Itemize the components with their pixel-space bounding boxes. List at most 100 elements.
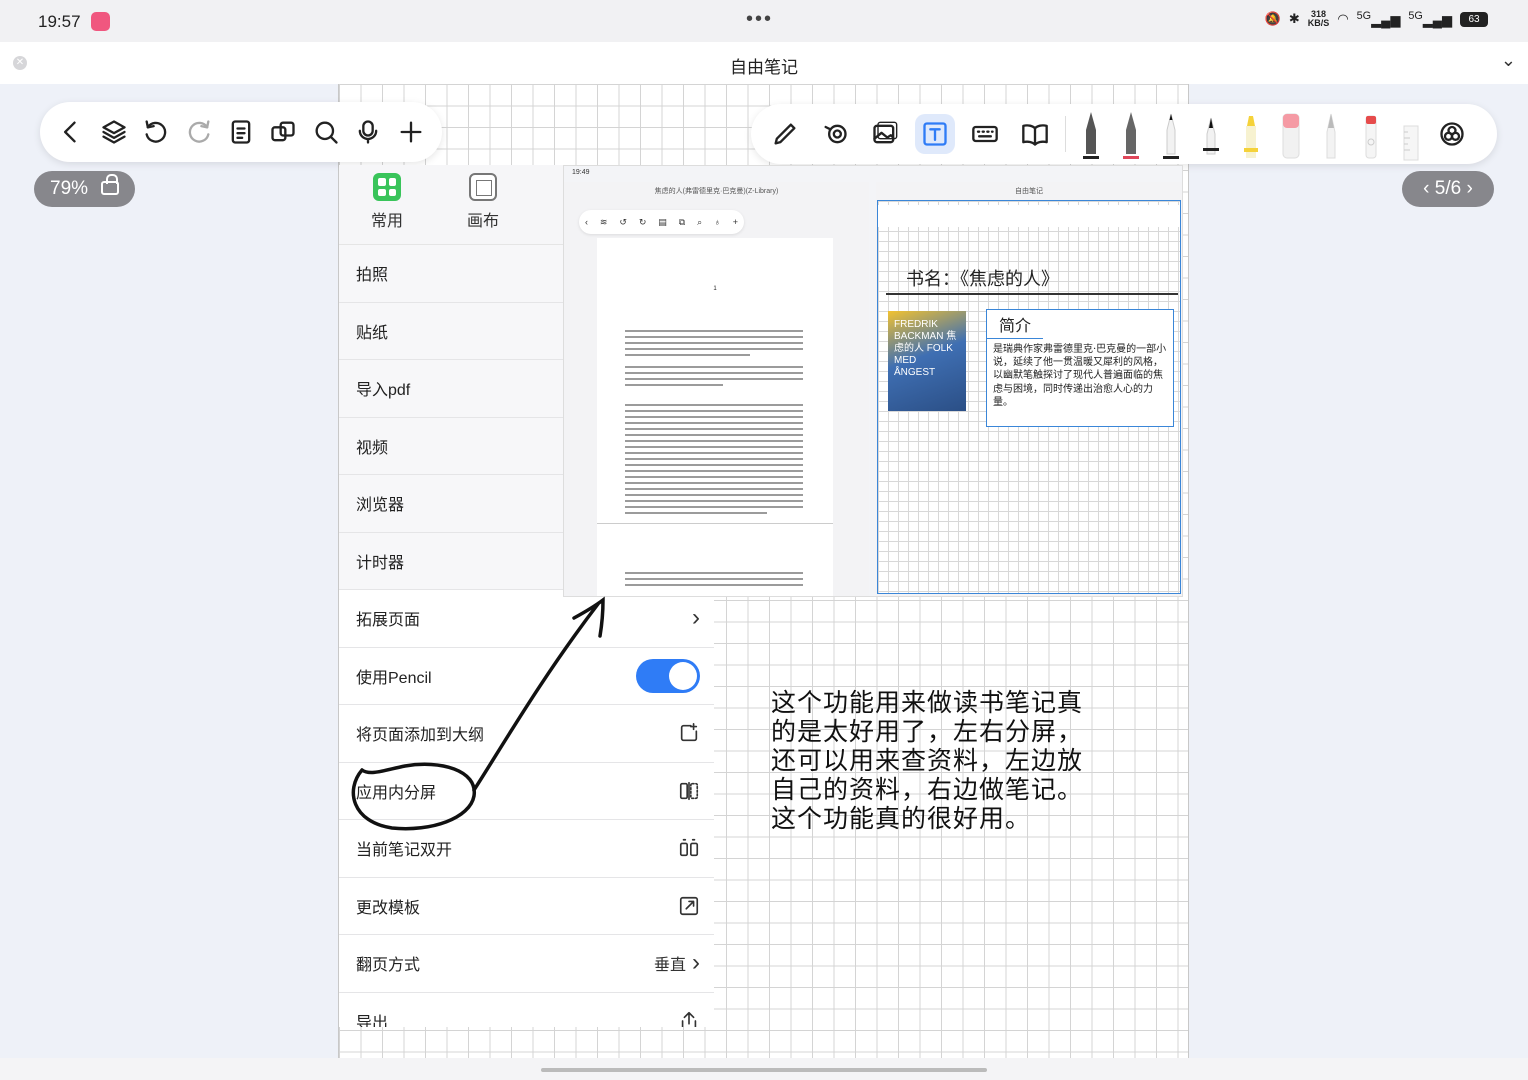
fountain-pen-black[interactable] xyxy=(1076,108,1106,162)
handwritten-note[interactable]: 这个功能用来做读书笔记真的是太好用了，左右分屏，还可以用来查资料，左边放自己的资… xyxy=(771,688,1091,833)
menu-item-split-screen[interactable]: 应用内分屏 xyxy=(339,762,714,820)
menu-item-change-template[interactable]: 更改模板 xyxy=(339,877,714,935)
undo-button[interactable] xyxy=(136,112,176,152)
redo-button[interactable] xyxy=(179,112,219,152)
multitask-dots[interactable]: ••• xyxy=(746,8,773,31)
mini-pdf-page: 1 xyxy=(597,238,833,596)
mini-note-page: 书名：《焦虑的人》 FREDRIK BACKMAN 焦虑的人 FOLK MED … xyxy=(877,200,1181,594)
record-button[interactable] xyxy=(348,112,388,152)
pdf-text-block xyxy=(625,330,803,360)
prev-page-icon[interactable]: ‹ xyxy=(1423,178,1429,199)
back-button[interactable] xyxy=(51,112,91,152)
palette-button[interactable] xyxy=(1432,114,1472,154)
eraser-icon xyxy=(1282,113,1300,159)
mini-pdf-pane: 焦虑的人(弗雷德里克·巴克曼)(Z-Library) ‹ ≋ ↺ ↻ ▤ ⧉ ⌕ ♁ + 1 xyxy=(564,182,869,596)
ballpoint-icon xyxy=(1203,117,1219,155)
intro-heading: 简介 xyxy=(987,310,1043,339)
tab-common[interactable]: 常用 xyxy=(339,165,435,244)
dual-open-icon xyxy=(679,839,699,857)
add-button[interactable] xyxy=(391,112,431,152)
menu-item-extend-page[interactable]: 拓展页面 › xyxy=(339,590,714,648)
menu-item-page-turn[interactable]: 翻页方式 垂直 › xyxy=(339,935,714,993)
signal-icon-2: 5G▂▄▆ xyxy=(1408,10,1452,28)
eraser-pink[interactable] xyxy=(1276,108,1306,162)
menu-item-add-to-outline[interactable]: 将页面添加到大纲 xyxy=(339,705,714,763)
bluetooth-icon: ✱ xyxy=(1288,11,1300,27)
mini-plus-icon: + xyxy=(732,217,738,227)
text-box-icon xyxy=(923,122,947,146)
chevron-right-icon: › xyxy=(692,604,700,632)
image-tool[interactable] xyxy=(865,114,905,154)
mini-note-pane: 自由笔记 书名：《焦虑的人》 FREDRIK BACKMAN 焦虑的人 FOLK… xyxy=(876,182,1182,596)
outline-button[interactable] xyxy=(221,112,261,152)
lasso-tool[interactable] xyxy=(815,114,855,154)
split-screen-icon xyxy=(679,781,699,800)
mini-undo-icon: ↺ xyxy=(619,216,627,227)
page-number: 5/6 xyxy=(1434,178,1462,199)
net-speed: 318 KB/S xyxy=(1307,9,1330,29)
page-navigator[interactable]: ‹ 5/6 › xyxy=(1402,171,1494,207)
intro-box: 简介 是瑞典作家弗雷德里克·巴克曼的一部小说，延续了他一贯温暖又犀利的风格，以幽… xyxy=(986,309,1174,427)
palette-icon xyxy=(1440,122,1464,146)
next-page-icon[interactable]: › xyxy=(1466,178,1472,199)
pencil-red[interactable] xyxy=(1356,108,1386,162)
menu-item-dual-open[interactable]: 当前笔记双开 xyxy=(339,820,714,878)
search-button[interactable] xyxy=(306,112,346,152)
mini-mic-icon: ♁ xyxy=(714,217,721,227)
book-icon xyxy=(1022,124,1048,146)
battery-icon: 63 xyxy=(1460,11,1488,27)
text-tool[interactable] xyxy=(915,114,955,154)
home-indicator[interactable] xyxy=(541,1068,987,1072)
tab-label: 画布 xyxy=(466,213,499,230)
mini-back-icon: ‹ xyxy=(584,217,588,227)
page-divider xyxy=(597,523,833,524)
pencil-tool-icon xyxy=(1326,113,1336,159)
image-icon xyxy=(873,121,898,144)
embedded-screenshot: 19:49 焦虑的人(弗雷德里克·巴克曼)(Z-Library) ‹ ≋ ↺ ↻ ▤ ⧉ ⌕… xyxy=(563,165,1183,597)
fountain-pen-icon xyxy=(1083,112,1099,159)
chevron-left-icon xyxy=(64,121,76,143)
right-toolbar xyxy=(751,104,1497,164)
page-turn-value: 垂直 xyxy=(653,957,686,975)
pdf-text-block xyxy=(625,366,803,390)
title-bar: ✕ 自由笔记 ⌄ xyxy=(0,42,1528,84)
book-cover: FREDRIK BACKMAN 焦虑的人 FOLK MED ÅNGEST xyxy=(888,311,966,411)
app-notification-icon xyxy=(91,12,110,31)
fountain-pen-red[interactable] xyxy=(1116,108,1146,162)
copy-icon xyxy=(271,121,296,142)
layers-button[interactable] xyxy=(94,112,134,152)
copy-button[interactable] xyxy=(263,112,303,152)
mini-redo-icon: ↻ xyxy=(638,216,647,227)
marker-black[interactable] xyxy=(1156,108,1186,162)
apps-icon xyxy=(373,173,401,201)
zoom-level: 79% xyxy=(50,178,89,199)
pen-tool[interactable] xyxy=(765,114,805,154)
ballpoint-black[interactable] xyxy=(1196,108,1226,162)
mini-pen-toolbar xyxy=(878,205,1180,227)
keyboard-tool[interactable] xyxy=(965,114,1005,154)
zoom-indicator[interactable]: 79% xyxy=(34,171,135,207)
status-icons: 🔕 ✱ 318 KB/S ◠ 5G▂▄▆ 5G▂▄▆ 63 xyxy=(1265,10,1488,28)
highlighter-yellow[interactable] xyxy=(1236,108,1266,162)
tab-label: 常用 xyxy=(370,213,403,230)
tab-canvas[interactable]: 画布 xyxy=(435,165,531,244)
pencil-gray[interactable] xyxy=(1316,108,1346,162)
pencil-toggle[interactable] xyxy=(636,658,700,693)
add-outline-icon xyxy=(680,723,698,742)
chevron-right-icon: › xyxy=(692,949,700,977)
menu-item-export[interactable]: 导出 xyxy=(339,992,714,1027)
mini-note-title: 自由笔记 xyxy=(1015,188,1043,195)
book-name: 书名：《焦虑的人》 xyxy=(906,269,1059,290)
reader-tool[interactable] xyxy=(1015,114,1055,154)
left-toolbar xyxy=(40,102,442,162)
pen-tray xyxy=(1076,106,1426,162)
pdf-text-block xyxy=(625,572,803,590)
template-icon xyxy=(679,896,699,915)
pdf-text-block xyxy=(625,404,803,518)
microphone-icon xyxy=(358,120,378,144)
chevron-down-icon[interactable]: ⌄ xyxy=(1501,50,1516,71)
mini-search-icon: ⌕ xyxy=(697,216,703,227)
ruler-tool[interactable] xyxy=(1396,108,1426,162)
status-bar: 19:57 ••• 🔕 ✱ 318 KB/S ◠ 5G▂▄▆ 5G▂▄▆ 63 xyxy=(0,0,1528,42)
bottom-bar xyxy=(0,1058,1528,1080)
